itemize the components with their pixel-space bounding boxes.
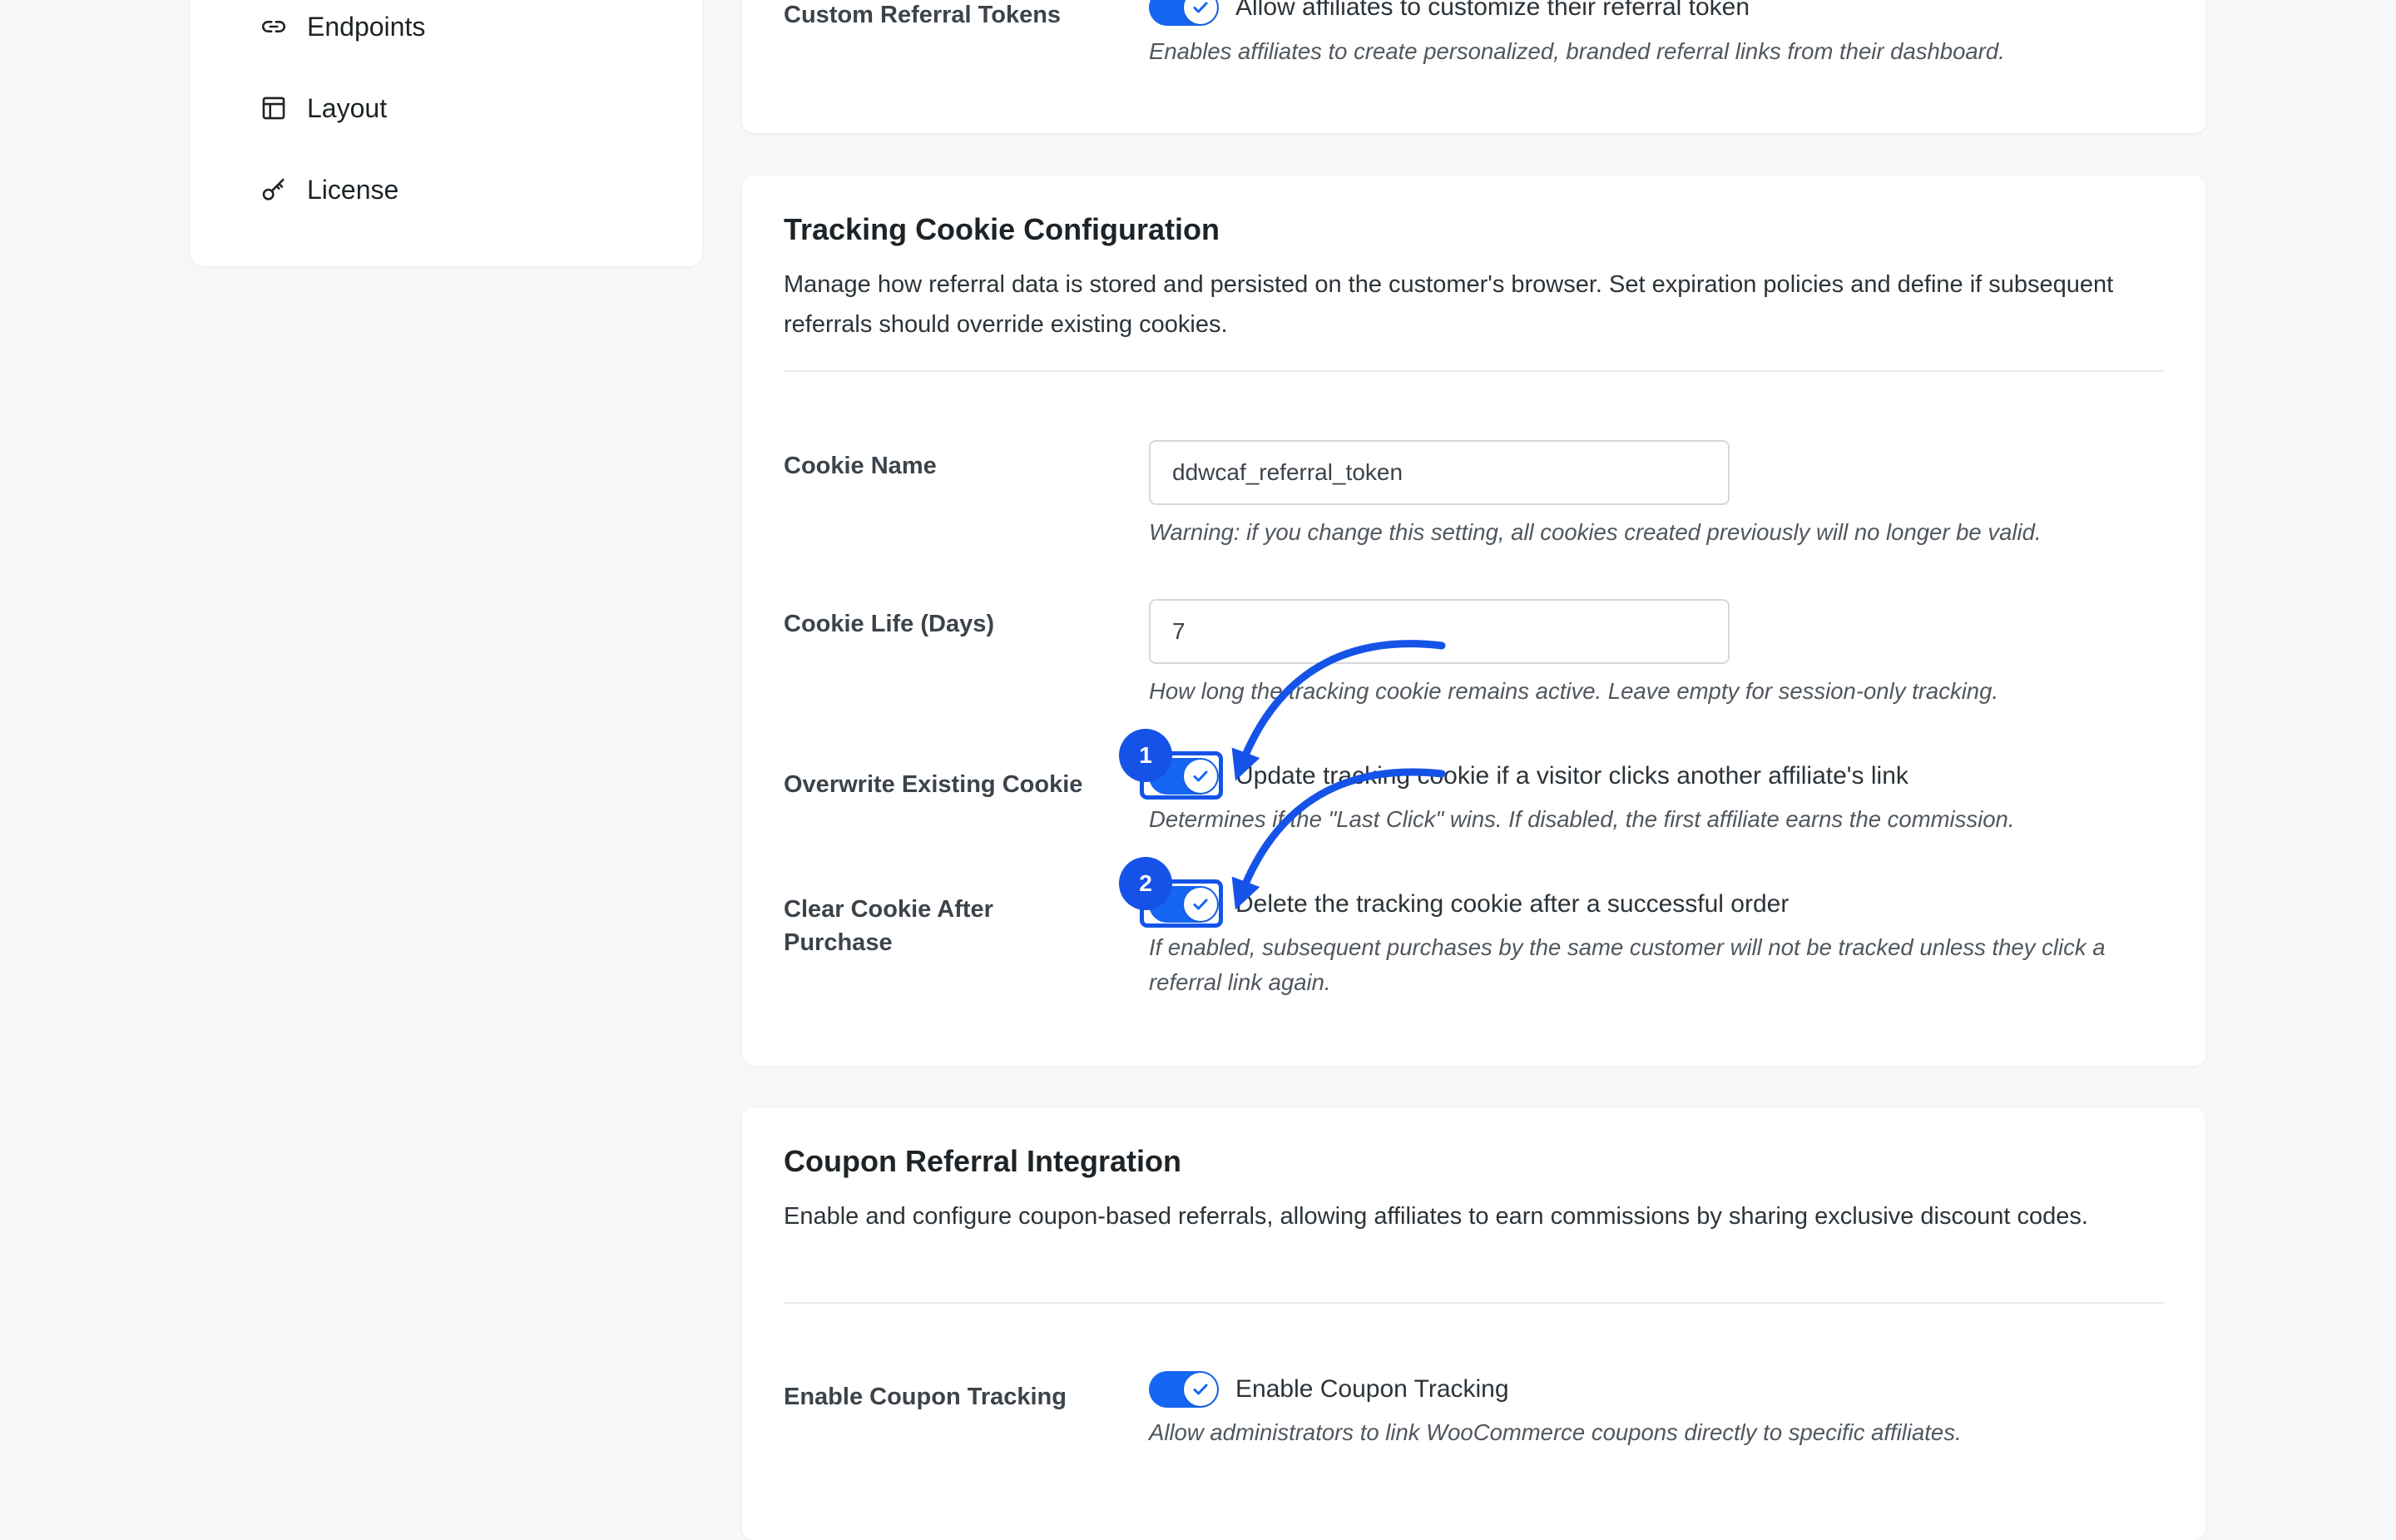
- section-divider: [784, 370, 2164, 372]
- custom-referral-tokens-toggle[interactable]: [1149, 0, 1219, 26]
- clear-cookie-help: If enabled, subsequent purchases by the …: [1149, 934, 2106, 995]
- enable-coupon-tracking-help: Allow administrators to link WooCommerce…: [1149, 1419, 1962, 1445]
- settings-sidebar: Endpoints Layout License: [191, 0, 702, 266]
- enable-coupon-tracking-row: Enable Coupon Tracking: [1149, 1369, 1509, 1410]
- layout-icon: [259, 93, 289, 123]
- cookie-life-label: Cookie Life (Days): [784, 611, 994, 637]
- custom-referral-tokens-label: Custom Referral Tokens: [784, 2, 1062, 28]
- cookie-life-input[interactable]: [1149, 599, 1730, 664]
- overwrite-cookie-label: Overwrite Existing Cookie: [784, 771, 1083, 798]
- referral-tokens-card: Custom Referral Tokens Allow affiliates …: [742, 0, 2205, 133]
- check-icon: [1184, 0, 1217, 24]
- custom-referral-tokens-help: Enables affiliates to create personalize…: [1149, 38, 2005, 64]
- clear-cookie-toggle-label: Delete the tracking cookie after a succe…: [1235, 890, 1790, 918]
- sidebar-item-label: Endpoints: [307, 11, 426, 42]
- check-icon: [1184, 1373, 1217, 1406]
- sidebar-item-label: License: [307, 174, 399, 205]
- enable-coupon-tracking-label: Enable Coupon Tracking: [784, 1384, 1067, 1410]
- overwrite-cookie-toggle-label: Update tracking cookie if a visitor clic…: [1235, 762, 1908, 790]
- sidebar-item-endpoints[interactable]: Endpoints: [259, 2, 425, 52]
- overwrite-cookie-help: Determines if the "Last Click" wins. If …: [1149, 806, 2015, 832]
- sidebar-item-license[interactable]: License: [259, 165, 399, 215]
- cookie-name-input[interactable]: [1149, 440, 1730, 505]
- enable-coupon-tracking-toggle[interactable]: [1149, 1371, 1219, 1408]
- clear-cookie-row: Delete the tracking cookie after a succe…: [1149, 884, 1789, 925]
- cookie-life-help: How long the tracking cookie remains act…: [1149, 678, 1999, 704]
- annotation-marker-2: 2: [1119, 857, 1172, 910]
- coupon-referral-card: Coupon Referral Integration Enable and c…: [742, 1107, 2205, 1540]
- cookie-name-label: Cookie Name: [784, 453, 937, 479]
- annotation-marker-1: 1: [1119, 729, 1172, 782]
- section-title: Coupon Referral Integration: [784, 1144, 1182, 1178]
- clear-cookie-label: Clear Cookie After Purchase: [784, 896, 993, 956]
- overwrite-cookie-row: Update tracking cookie if a visitor clic…: [1149, 755, 1908, 797]
- cookie-name-help: Warning: if you change this setting, all…: [1149, 519, 2042, 545]
- tracking-cookie-card: Tracking Cookie Configuration Manage how…: [742, 176, 2205, 1066]
- section-description: Enable and configure coupon-based referr…: [784, 1203, 2088, 1230]
- section-divider: [784, 1302, 2164, 1304]
- enable-coupon-tracking-toggle-label: Enable Coupon Tracking: [1235, 1375, 1509, 1403]
- link-icon: [259, 12, 289, 42]
- sidebar-item-label: Layout: [307, 92, 388, 123]
- sidebar-item-layout[interactable]: Layout: [259, 83, 387, 133]
- custom-referral-tokens-toggle-label: Allow affiliates to customize their refe…: [1235, 0, 1750, 21]
- section-description: Manage how referral data is stored and p…: [784, 271, 2114, 338]
- section-title: Tracking Cookie Configuration: [784, 212, 1220, 246]
- key-icon: [259, 175, 289, 205]
- custom-referral-tokens-row: Allow affiliates to customize their refe…: [1149, 0, 1750, 28]
